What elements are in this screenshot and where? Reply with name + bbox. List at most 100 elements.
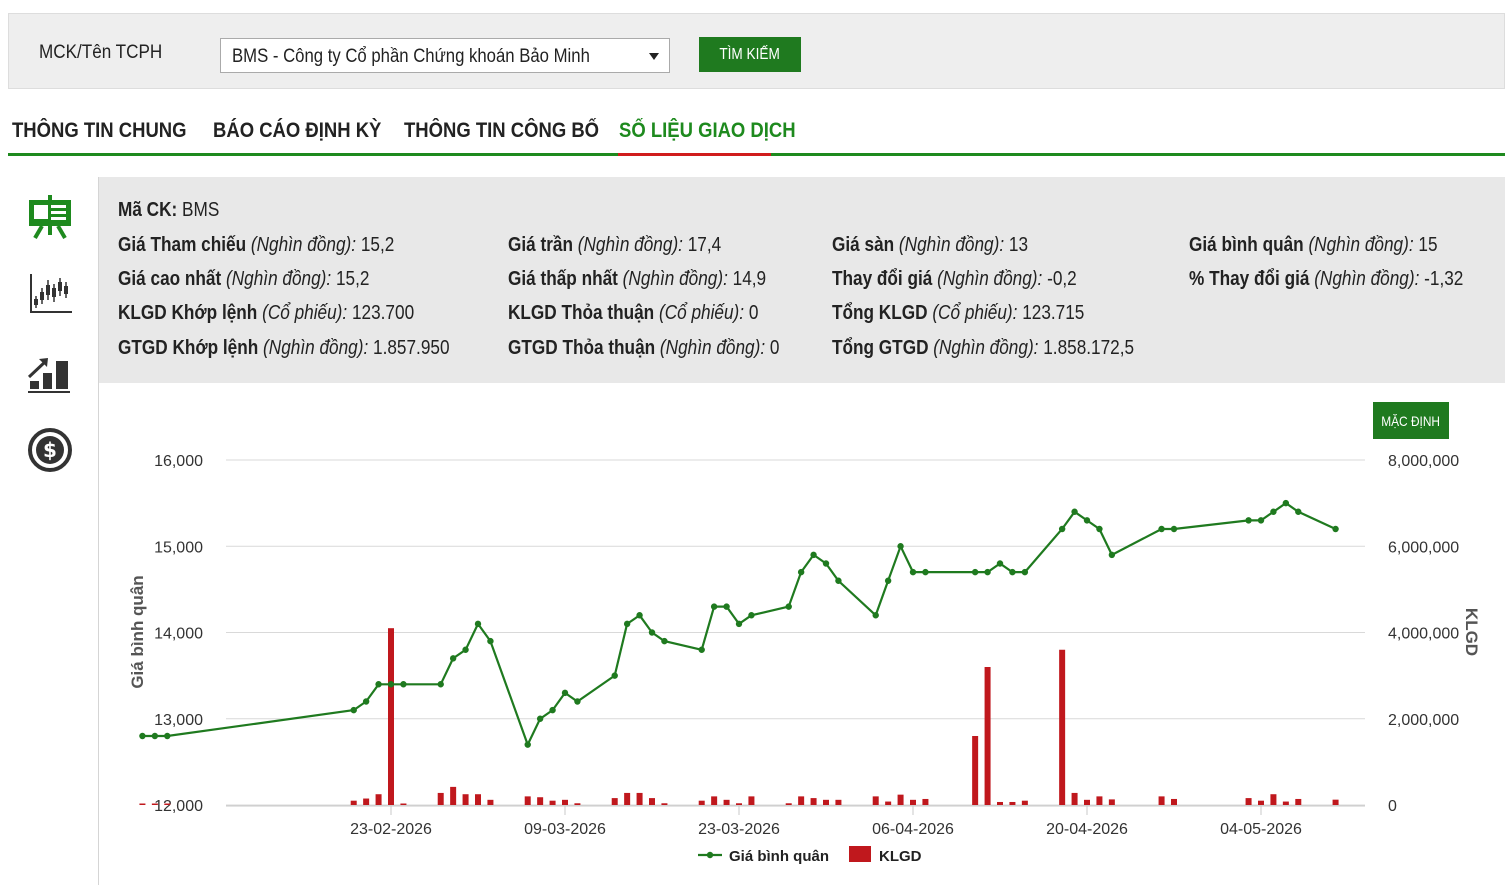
y-left-tick-label: 14,000 bbox=[154, 626, 203, 643]
price-point bbox=[487, 637, 494, 645]
price-point bbox=[474, 620, 482, 628]
volume-bar bbox=[151, 803, 158, 805]
price-point bbox=[723, 603, 730, 610]
price-point bbox=[971, 568, 979, 576]
y-right-tick-label: 4,000,000 bbox=[1388, 626, 1459, 643]
volume-bar bbox=[537, 797, 544, 805]
volume-bar bbox=[611, 798, 618, 805]
y-left-tick-label: 16,000 bbox=[154, 453, 203, 470]
volume-bar bbox=[1282, 801, 1289, 805]
y-right-tick-label: 0 bbox=[1388, 798, 1397, 815]
volume-bar bbox=[785, 803, 792, 805]
volume-bar bbox=[872, 796, 879, 805]
volume-bar bbox=[922, 798, 929, 805]
price-point bbox=[549, 706, 556, 714]
price-point bbox=[375, 681, 382, 688]
volume-bar bbox=[450, 786, 457, 805]
price-point bbox=[1270, 508, 1277, 515]
price-point bbox=[574, 698, 581, 705]
price-point bbox=[524, 741, 531, 748]
x-tick-label: 06-04-2026 bbox=[872, 821, 954, 838]
volume-bar bbox=[375, 794, 382, 805]
price-point bbox=[437, 681, 444, 688]
volume-bar bbox=[1245, 798, 1252, 805]
volume-bar bbox=[549, 800, 556, 805]
x-tick-label: 23-02-2026 bbox=[350, 821, 432, 838]
volume-bar bbox=[139, 803, 146, 805]
price-point bbox=[884, 577, 892, 584]
volume-bar bbox=[1021, 800, 1028, 805]
volume-bar bbox=[810, 798, 817, 805]
volume-bar bbox=[1096, 796, 1103, 805]
volume-bar bbox=[910, 799, 916, 805]
price-point bbox=[561, 689, 569, 697]
volume-bar bbox=[997, 801, 1003, 805]
volume-bar bbox=[562, 799, 568, 805]
price-point bbox=[810, 551, 817, 559]
price-point bbox=[996, 560, 1004, 567]
price-point bbox=[1058, 525, 1066, 533]
volume-bar bbox=[823, 799, 829, 805]
legend-bar-swatch bbox=[849, 846, 871, 862]
price-point bbox=[922, 568, 929, 576]
legend-label-volume: KLGD bbox=[879, 848, 922, 865]
volume-bar bbox=[711, 796, 718, 805]
volume-bar bbox=[350, 800, 357, 805]
volume-bar bbox=[437, 792, 444, 805]
price-point bbox=[1257, 517, 1265, 524]
volume-bar bbox=[524, 796, 531, 805]
price-point bbox=[897, 543, 904, 550]
volume-bar bbox=[835, 799, 842, 805]
volume-bar bbox=[363, 798, 370, 805]
volume-bar bbox=[736, 803, 742, 805]
price-point bbox=[1108, 551, 1116, 559]
price-point bbox=[648, 629, 656, 636]
volume-bar bbox=[1270, 794, 1277, 805]
volume-bar bbox=[1009, 801, 1016, 805]
price-point bbox=[1021, 568, 1029, 576]
price-point bbox=[1332, 525, 1339, 533]
price-point bbox=[710, 603, 718, 610]
price-point bbox=[164, 732, 171, 740]
price-point bbox=[1245, 517, 1252, 524]
price-point bbox=[822, 560, 830, 567]
price-point bbox=[462, 646, 469, 653]
price-point bbox=[1170, 525, 1178, 533]
volume-bar bbox=[400, 803, 407, 805]
volume-bar bbox=[723, 799, 730, 805]
volume-bar bbox=[885, 801, 892, 805]
volume-bar bbox=[1059, 649, 1066, 805]
price-point bbox=[1071, 508, 1078, 515]
volume-bar bbox=[698, 800, 705, 805]
volume-bar bbox=[1084, 799, 1090, 805]
price-point bbox=[362, 698, 370, 705]
volume-bar bbox=[475, 794, 481, 805]
volume-bar bbox=[972, 736, 979, 805]
volume-bar bbox=[649, 798, 655, 805]
legend-label-price: Giá bình quân bbox=[729, 848, 829, 865]
volume-bar bbox=[1258, 800, 1264, 805]
y-right-tick-label: 6,000,000 bbox=[1388, 539, 1459, 556]
volume-bar bbox=[164, 803, 171, 805]
volume-bar bbox=[1108, 799, 1115, 805]
y-left-tick-label: 12,000 bbox=[154, 798, 203, 815]
volume-bar bbox=[984, 667, 991, 805]
legend-line-marker bbox=[706, 851, 714, 859]
price-volume-chart: 12,000 13,000 14,000 15,000 16,000 0 2,000,000… bbox=[128, 453, 1481, 865]
x-tick-label: 20-04-2026 bbox=[1046, 821, 1128, 838]
volume-bar bbox=[636, 792, 643, 805]
price-point bbox=[636, 612, 643, 619]
price-point bbox=[785, 603, 792, 610]
price-point bbox=[387, 681, 395, 688]
price-point bbox=[984, 568, 991, 576]
price-point bbox=[835, 577, 842, 584]
y-left-tick-label: 15,000 bbox=[154, 539, 203, 556]
price-point bbox=[797, 568, 805, 576]
volume-bar bbox=[1171, 798, 1177, 805]
price-point bbox=[1282, 499, 1290, 507]
volume-bar bbox=[897, 794, 904, 805]
volume-bar bbox=[1295, 798, 1302, 805]
price-point bbox=[909, 568, 917, 576]
y-right-axis-title: KLGD bbox=[1462, 608, 1481, 656]
volume-bar bbox=[462, 794, 469, 805]
